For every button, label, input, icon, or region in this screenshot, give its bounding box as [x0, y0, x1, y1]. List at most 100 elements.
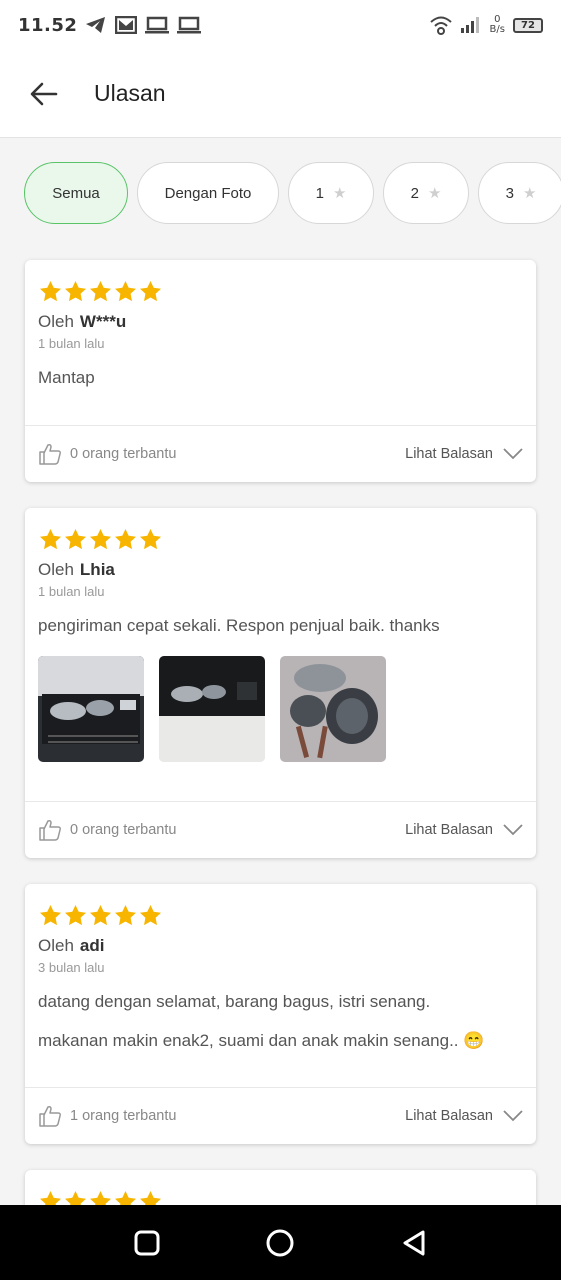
helpful-button[interactable]: 1 orang terbantu	[38, 1104, 176, 1128]
page-title: Ulasan	[94, 80, 166, 106]
review-author: Oleh Lhia	[38, 560, 523, 580]
chevron-down-icon	[503, 1110, 523, 1122]
helpful-count: 1 orang terbantu	[70, 1108, 177, 1124]
home-button[interactable]	[260, 1223, 300, 1263]
review-author: Oleh W***u	[38, 312, 523, 332]
star-icon	[65, 528, 86, 549]
star-icon: ★	[332, 185, 347, 202]
review-text-line: makanan makin enak2, suami dan anak maki…	[38, 1031, 485, 1050]
helpful-count: 0 orang terbantu	[70, 822, 177, 838]
thumbs-up-icon	[39, 820, 61, 841]
status-bar: 11.52 0 B/s 72	[0, 0, 561, 50]
helpful-button[interactable]: 0 orang terbantu	[38, 442, 176, 466]
by-label: Oleh	[38, 936, 74, 955]
reply-label: Lihat Balasan	[405, 1108, 493, 1124]
review-card: Oleh adi 3 bulan lalu datang dengan selam…	[25, 884, 536, 1144]
recent-apps-button[interactable]	[127, 1223, 167, 1263]
triangle-back-icon	[403, 1230, 425, 1255]
review-photo[interactable]	[280, 656, 386, 762]
view-replies-button[interactable]: Lihat Balasan	[405, 1108, 523, 1124]
wifi-icon	[429, 16, 452, 35]
review-author: Oleh adi	[38, 936, 523, 956]
back-button[interactable]	[28, 78, 60, 110]
star-icon	[90, 280, 111, 301]
filter-chip-2-star[interactable]: 2 ★	[383, 162, 469, 224]
author-name: Lhia	[79, 560, 115, 579]
review-text: pengiriman cepat sekali. Respon penjual …	[38, 616, 440, 635]
square-icon	[134, 1230, 160, 1255]
telegram-icon	[86, 17, 106, 33]
author-name: adi	[79, 936, 105, 955]
review-footer: 0 orang terbantu Lihat Balasan	[25, 425, 536, 482]
star-rating	[38, 524, 523, 554]
star-icon	[115, 528, 136, 549]
review-card: Oleh W***u 1 bulan lalu Mantap 0 orang te…	[25, 260, 536, 482]
filter-chip-3-star[interactable]: 3 ★	[478, 162, 561, 224]
laptop-icon	[177, 16, 202, 34]
view-replies-button[interactable]: Lihat Balasan	[405, 446, 523, 462]
filter-chip-with-photo[interactable]: Dengan Foto	[137, 162, 279, 224]
system-navigation-bar	[0, 1205, 561, 1280]
star-icon	[40, 528, 61, 549]
net-speed-unit: B/s	[489, 24, 505, 35]
review-date: 3 bulan lalu	[38, 960, 105, 975]
chip-label: 3	[505, 184, 514, 202]
star-rating	[38, 276, 523, 306]
thumbs-up-icon	[39, 1106, 61, 1127]
rating-filter-chips: Semua Dengan Foto 1 ★ 2 ★ 3 ★	[24, 162, 561, 224]
signal-icon	[460, 17, 479, 33]
star-icon	[40, 280, 61, 301]
helpful-count: 0 orang terbantu	[70, 446, 177, 462]
filter-chip-all[interactable]: Semua	[24, 162, 128, 224]
notification-icons	[85, 16, 202, 34]
by-label: Oleh	[38, 560, 74, 579]
review-screen: 11.52 0 B/s 72 Ulasan Semua Dengan Foto …	[0, 0, 561, 1280]
star-icon	[65, 280, 86, 301]
circle-icon	[266, 1229, 294, 1256]
review-card: Oleh Lhia 1 bulan lalu pengiriman cepat s…	[25, 508, 536, 858]
system-icons: 0 B/s 72	[429, 15, 543, 35]
star-icon: ★	[522, 185, 537, 202]
star-icon	[90, 528, 111, 549]
star-icon	[115, 904, 136, 925]
chip-label: Dengan Foto	[164, 184, 252, 202]
review-date: 1 bulan lalu	[38, 336, 105, 351]
review-footer: 0 orang terbantu Lihat Balasan	[25, 801, 536, 858]
chip-label: 1	[315, 184, 324, 202]
gmail-icon	[115, 16, 138, 34]
star-icon	[90, 904, 111, 925]
reply-label: Lihat Balasan	[405, 822, 493, 838]
review-date: 1 bulan lalu	[38, 584, 105, 599]
star-icon: ★	[427, 185, 442, 202]
chip-label: Semua	[52, 184, 100, 202]
thumbs-up-icon	[39, 444, 61, 465]
star-icon	[140, 904, 161, 925]
filter-chip-1-star[interactable]: 1 ★	[288, 162, 374, 224]
star-rating	[38, 900, 523, 930]
helpful-button[interactable]: 0 orang terbantu	[38, 818, 176, 842]
arrow-left-icon	[30, 82, 58, 105]
author-name: W***u	[79, 312, 127, 331]
chevron-down-icon	[503, 824, 523, 836]
view-replies-button[interactable]: Lihat Balasan	[405, 822, 523, 838]
star-icon	[140, 528, 161, 549]
laptop-icon	[145, 16, 170, 34]
review-photo[interactable]	[38, 656, 144, 762]
status-time: 11.52	[18, 14, 78, 36]
battery-level: 72	[521, 19, 535, 31]
chip-label: 2	[410, 184, 419, 202]
back-nav-button[interactable]	[394, 1223, 434, 1263]
star-icon	[40, 904, 61, 925]
battery-icon: 72	[513, 17, 543, 33]
reply-label: Lihat Balasan	[405, 446, 493, 462]
review-photos	[38, 656, 523, 762]
review-text-line: datang dengan selamat, barang bagus, ist…	[38, 992, 431, 1011]
star-icon	[115, 280, 136, 301]
review-footer: 1 orang terbantu Lihat Balasan	[25, 1087, 536, 1144]
star-icon	[140, 280, 161, 301]
by-label: Oleh	[38, 312, 74, 331]
chevron-down-icon	[503, 448, 523, 460]
app-bar: Ulasan	[0, 50, 561, 138]
review-photo[interactable]	[159, 656, 265, 762]
star-icon	[65, 904, 86, 925]
